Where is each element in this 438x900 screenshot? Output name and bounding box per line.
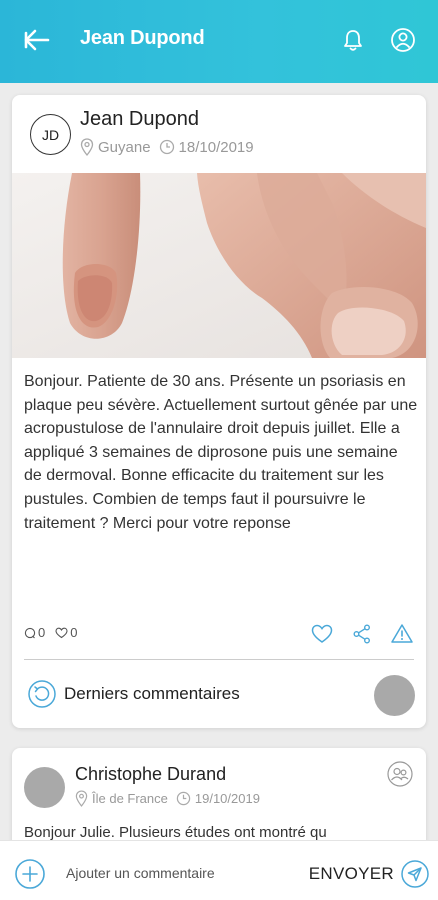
send-button[interactable]: ENVOYER <box>309 859 430 889</box>
bell-icon[interactable] <box>339 26 367 54</box>
post-actions <box>310 622 414 646</box>
comment-icon <box>24 627 36 638</box>
location-pin-icon <box>80 138 94 156</box>
arrow-left-icon[interactable] <box>20 24 52 56</box>
user-circle-icon[interactable] <box>389 26 417 54</box>
like-count-value: 0 <box>70 625 78 640</box>
post-card: JD Jean Dupond Guyane 18/10/2019 Bonjour… <box>12 95 426 728</box>
refresh-icon <box>28 680 56 708</box>
comment-input[interactable] <box>66 861 296 885</box>
comment-date: 19/10/2019 <box>194 791 260 806</box>
page-title: Jean Dupond <box>80 27 205 49</box>
plus-icon[interactable] <box>14 858 46 890</box>
avatar[interactable]: JD <box>30 114 71 155</box>
post-author[interactable]: Jean Dupond <box>80 108 199 131</box>
post-meta: Guyane 18/10/2019 <box>80 138 254 156</box>
post-body: Bonjour. Patiente de 30 ans. Présente un… <box>24 373 418 532</box>
comment-meta: Île de France 19/10/2019 <box>75 790 260 807</box>
avatar[interactable] <box>24 767 65 808</box>
post-image[interactable] <box>12 173 426 358</box>
comment-location: Île de France <box>92 791 168 806</box>
post-date: 18/10/2019 <box>178 138 254 156</box>
users-icon[interactable] <box>386 760 414 788</box>
comment-count-value: 0 <box>38 625 46 640</box>
heart-icon[interactable] <box>310 622 334 646</box>
avatar[interactable] <box>374 675 415 716</box>
comment-body: Bonjour Julie. Plusieurs études ont mont… <box>24 824 327 841</box>
warning-icon[interactable] <box>390 622 414 646</box>
send-label: ENVOYER <box>308 864 394 883</box>
clock-icon <box>176 791 191 806</box>
app-header: Jean Dupond <box>0 0 438 83</box>
divider <box>24 659 414 660</box>
heart-icon <box>55 627 68 638</box>
comment-count[interactable]: 0 <box>24 625 45 640</box>
comment-author[interactable]: Christophe Durand <box>75 764 226 785</box>
location-pin-icon <box>75 790 88 807</box>
latest-comments-button[interactable]: Derniers commentaires <box>26 678 240 710</box>
share-icon[interactable] <box>350 622 374 646</box>
post-location: Guyane <box>98 138 151 156</box>
like-count[interactable]: 0 <box>55 625 77 640</box>
send-icon <box>401 860 429 888</box>
clock-icon <box>159 139 174 155</box>
latest-comments-label: Derniers commentaires <box>64 684 240 703</box>
comment-composer: ENVOYER <box>0 840 438 900</box>
post-stats: 0 0 <box>24 625 77 640</box>
